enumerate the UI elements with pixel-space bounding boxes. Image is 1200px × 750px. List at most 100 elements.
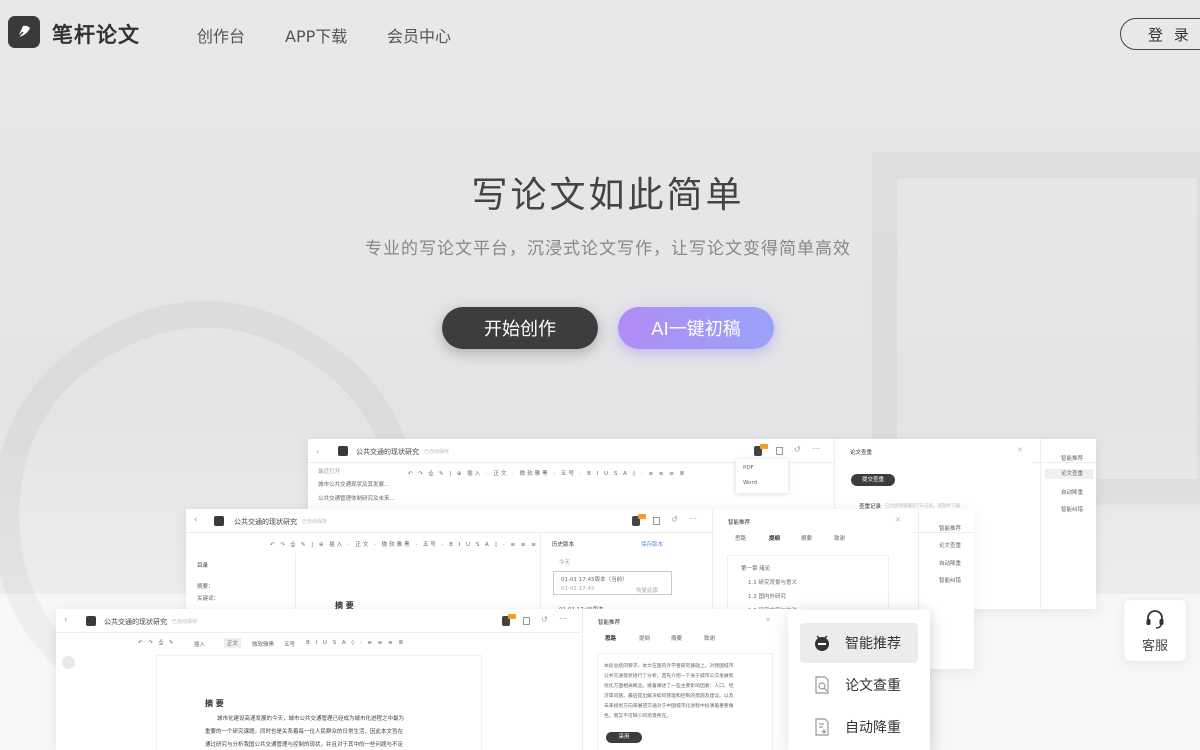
outline-toggle-icon[interactable] xyxy=(62,656,75,669)
side-menu-item-paper-check[interactable]: 论文查重 xyxy=(800,665,918,705)
brand-name[interactable]: 笔杆论文 xyxy=(52,19,140,49)
more-icon: ⋯ xyxy=(559,614,567,623)
side-menu-item-smart-recommend[interactable]: 智能推荐 xyxy=(800,623,918,663)
side-tools: 智能推荐 论文查重 自动降重 智能纠错 xyxy=(1040,439,1096,609)
history-title: 历史版本 xyxy=(552,542,575,548)
document-search-icon xyxy=(812,675,832,695)
outline-item: 1.1 研究背景与意义 xyxy=(748,580,797,586)
doc-logo-icon xyxy=(338,446,348,456)
side-tool-item[interactable]: 自动降重 xyxy=(1061,488,1083,496)
insert-menu[interactable]: 插入 xyxy=(194,640,205,648)
style-select[interactable]: 正文 xyxy=(224,638,242,648)
panel-title: 智能推荐 xyxy=(728,520,751,526)
side-menu-label: 论文查重 xyxy=(845,678,901,694)
login-button[interactable]: 登 录 xyxy=(1120,18,1200,50)
panel-tab[interactable]: 思路 xyxy=(735,534,746,542)
more-icon: ⋯ xyxy=(689,514,697,523)
document-page[interactable]: 摘 要 城市化建设高速发展的今天，城市公共交通管理已经成为城市化进程之中最为 重… xyxy=(156,655,482,750)
history-day: 今天 xyxy=(559,560,571,566)
history-entry-time: 01-01 17:45 xyxy=(561,586,595,592)
saved-status: 已自动保存 xyxy=(302,519,328,525)
toc-field: 关键词： xyxy=(197,596,220,602)
paragraph-line: 未来规划方向来展望交通对于中国城市化进程中扮演着重要角 xyxy=(604,704,734,709)
customer-service-label: 客服 xyxy=(1141,639,1168,654)
outline-item: 第一章 绪论 xyxy=(741,566,771,572)
nav-item-workspace[interactable]: 创作台 xyxy=(197,23,245,47)
doc-body-line: 通过研究与分析我国公共交通管理与控制的现状，并且对于其中的一些问题与不足 xyxy=(205,742,404,748)
side-tool-item[interactable]: 智能推荐 xyxy=(1061,454,1083,462)
side-menu-item-auto-rewrite[interactable]: 自动降重 xyxy=(800,707,918,747)
export-icon xyxy=(653,517,660,525)
doc-title: 公共交通的现状研究 xyxy=(234,518,297,526)
panel-tab[interactable]: 提纲 xyxy=(639,634,650,642)
recent-item: 公共交通管理体制研究及未来... xyxy=(318,496,395,502)
side-menu-label: 自动降重 xyxy=(845,720,901,736)
back-arrow-icon: ‹ xyxy=(194,515,198,525)
side-tool-item[interactable]: 智能纠错 xyxy=(1061,505,1083,513)
back-arrow-icon: ‹ xyxy=(316,447,320,456)
size-select[interactable]: 五号 xyxy=(284,640,295,648)
format-toolbar: ↶ ↷ ⎙ ✎ | ⊕ 插入 · 正文 · 微软雅黑 · 五号 · B I U … xyxy=(408,471,687,477)
panel-tab[interactable]: 摘要 xyxy=(671,634,682,642)
brand-logo-icon[interactable] xyxy=(8,16,40,48)
format-toolbar: ↶ ↷ ⎙ ✎ | ⊕ 插入 · 正文 · 微软雅黑 · 五号 · B I U … xyxy=(270,542,549,548)
customer-service-button[interactable]: 客服 xyxy=(1124,600,1186,661)
format-buttons[interactable]: B I U S A ◊ · ≡ ≡ ≡ ≣ xyxy=(306,640,405,646)
hero-subtitle: 专业的写论文平台，沉浸式论文写作，让写论文变得简单高效 xyxy=(365,239,851,259)
panel-tab[interactable]: 致谢 xyxy=(834,534,845,542)
ai-draft-button[interactable]: AI一键初稿 xyxy=(618,307,774,349)
adopt-button[interactable]: 采用 xyxy=(606,732,642,743)
more-icon: ⋯ xyxy=(812,444,820,453)
doc-heading: 摘 要 xyxy=(205,699,224,708)
side-tool-item[interactable]: 论文查重 xyxy=(939,541,961,549)
export-icon xyxy=(776,447,783,455)
headset-icon xyxy=(1144,608,1166,634)
font-select[interactable]: 微软雅黑 xyxy=(252,640,274,648)
panel-tab-active[interactable]: 提纲 xyxy=(769,534,780,542)
hero-title: 写论文如此简单 xyxy=(471,175,745,216)
recommend-paragraph-box: 本段总结的要求，本文在国内外学者研究基础上，对我国城市 公共交通现状进行了分析。… xyxy=(597,653,773,750)
undo-redo-icon[interactable]: ↶ ↷ ⎙ ✎ xyxy=(138,640,175,647)
restore-version-link[interactable]: 恢复此版 xyxy=(636,586,658,594)
close-icon: ✕ xyxy=(1017,446,1023,454)
doc-body-line: 城市化建设高速发展的今天，城市公共交通管理已经成为城市化进程之中最为 xyxy=(217,716,405,722)
header: 笔杆论文 创作台 APP下载 会员中心 登 录 xyxy=(0,0,1200,66)
side-tool-item[interactable]: 论文查重 xyxy=(1045,469,1093,479)
history-icon: ↺ xyxy=(671,515,678,524)
panel-tab[interactable]: 致谢 xyxy=(704,634,715,642)
close-icon: ✕ xyxy=(765,616,771,624)
history-icon: ↺ xyxy=(794,445,801,454)
doc-logo-icon xyxy=(86,616,96,626)
doc-body-line: 重要的一个研究课题。同时也是关系着每一位人民群众的日常生活，因此本文旨在 xyxy=(205,729,404,735)
feature-side-menu: 智能推荐 论文查重 自动降重 xyxy=(788,610,930,750)
save-version-link[interactable]: 保存版本 xyxy=(641,540,663,548)
saved-status: 已自动保存 xyxy=(172,619,198,625)
history-entry-label: 01-01 17:45版本（当前） xyxy=(561,577,628,583)
recommend-panel: 智能推荐 ✕ 思路 提纲 摘要 致谢 本段总结的要求，本文在国内外学者研究基础上… xyxy=(582,609,788,750)
doc-title: 公共交通的现状研究 xyxy=(104,618,167,626)
nav-item-app-download[interactable]: APP下载 xyxy=(285,23,347,47)
side-tool-item[interactable]: 智能纠错 xyxy=(939,576,961,584)
export-dropdown: PDF Word xyxy=(736,459,788,493)
vip-badge xyxy=(638,514,646,519)
recent-item: 城市公共交通现状及其发展... xyxy=(318,482,390,488)
doc-title: 公共交通的现状研究 xyxy=(356,448,419,456)
submit-check-button[interactable]: 提交查重 xyxy=(851,474,895,486)
export-option-pdf[interactable]: PDF xyxy=(743,465,754,471)
start-writing-button[interactable]: 开始创作 xyxy=(442,307,598,349)
paragraph-line: 色，而又不可缺少的场景所在。 xyxy=(604,714,672,719)
vip-badge xyxy=(508,614,516,619)
side-tool-item[interactable]: 智能推荐 xyxy=(939,524,961,532)
export-option-word[interactable]: Word xyxy=(743,480,757,486)
doc-logo-icon xyxy=(214,516,224,526)
panel-tab-active[interactable]: 思路 xyxy=(605,634,616,642)
panel-tab[interactable]: 摘要 xyxy=(801,534,812,542)
history-entry-current[interactable]: 01-01 17:45版本（当前） 01-01 17:45 恢复此版 xyxy=(553,571,672,595)
paragraph-line: 本段总结的要求，本文在国内外学者研究基础上，对我国城市 xyxy=(604,664,734,669)
panel-title: 智能推荐 xyxy=(598,620,621,626)
side-tool-item[interactable]: 自动降重 xyxy=(939,559,961,567)
nav-item-member-center[interactable]: 会员中心 xyxy=(387,23,451,47)
history-icon: ↺ xyxy=(541,615,548,624)
export-icon xyxy=(523,617,530,625)
close-icon: ✕ xyxy=(895,516,901,524)
